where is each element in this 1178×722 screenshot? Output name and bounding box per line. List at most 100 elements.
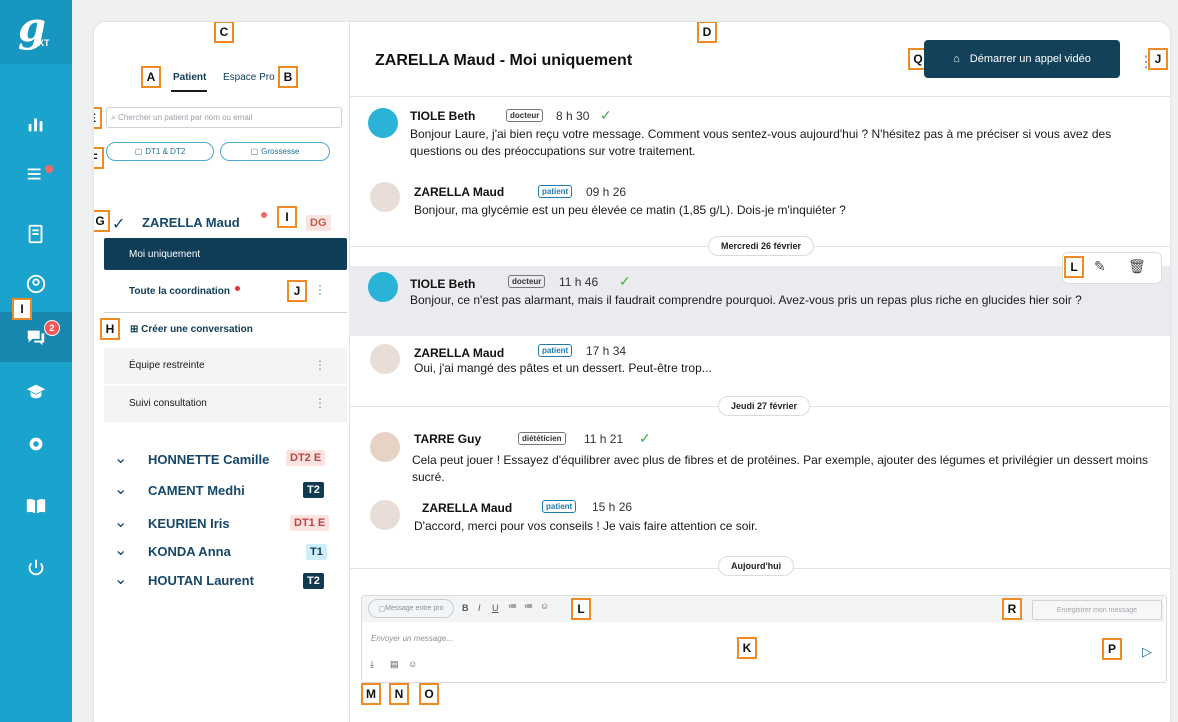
chevron-down-icon[interactable]: ⌄	[114, 540, 128, 559]
gear-icon[interactable]	[0, 422, 72, 466]
document-icon[interactable]	[0, 212, 72, 256]
label-I-rail: I	[12, 298, 32, 320]
edit-icon[interactable]: ✎	[1094, 258, 1106, 275]
patient-tag: DT1 E	[290, 515, 330, 531]
message-text: Bonjour, ma glycémie est un peu élevée c…	[414, 203, 846, 217]
date-separator: Mercredi 26 février	[708, 236, 815, 256]
conversation-label: Suivi consultation	[129, 398, 207, 409]
label-K: K	[737, 637, 757, 659]
message-time: 17 h 34	[586, 344, 627, 358]
chevron-down-icon[interactable]: ✓	[112, 214, 126, 233]
date-separator: Aujourd'hui	[718, 556, 795, 576]
label-J: J	[1148, 48, 1168, 70]
message-time: 11 h 46	[559, 275, 599, 289]
patient-tag: DG	[306, 215, 331, 231]
conversation-item-coordination[interactable]: Toute la coordination	[129, 286, 230, 297]
conversation-item-equipe[interactable]: Équipe restreinte ⋮	[104, 348, 347, 384]
avatar	[370, 432, 400, 462]
save-message-button[interactable]: Enregistrer mon message	[1032, 600, 1162, 620]
send-icon[interactable]: ▷	[1142, 644, 1152, 660]
create-conversation-button[interactable]: ⊞ Créer une conversation	[130, 324, 253, 335]
app-logo[interactable]: g XT	[0, 0, 72, 64]
label-H: H	[100, 318, 120, 340]
filter-chip-grossesse[interactable]: ▢ Grossesse	[220, 142, 330, 161]
numbered-list-icon[interactable]: ≔	[508, 601, 517, 612]
label-G: G	[94, 210, 110, 232]
patient-tag: T1	[306, 544, 327, 560]
pro-message-toggle[interactable]: ▢ Message entre pro	[368, 599, 454, 618]
label-L: L	[571, 598, 591, 620]
divider	[349, 96, 1170, 97]
label-B: B	[278, 66, 298, 88]
save-button-label: Enregistrer mon message	[1056, 606, 1138, 614]
conversation-item-active[interactable]: Moi uniquement	[104, 238, 347, 270]
message-author: TIOLE Beth	[410, 277, 476, 291]
tab-patient[interactable]: Patient	[173, 72, 206, 83]
team-icon[interactable]	[0, 262, 72, 306]
logo-subtitle: XT	[38, 38, 50, 48]
italic-icon[interactable]: I	[478, 603, 481, 613]
education-icon[interactable]	[0, 370, 72, 414]
power-icon[interactable]	[0, 546, 72, 590]
role-badge: docteur	[506, 109, 544, 122]
message-author: TIOLE Beth	[410, 109, 476, 123]
message-author: ZARELLA Maud	[414, 346, 505, 360]
emoji-icon[interactable]: ☺	[540, 601, 549, 611]
message-input[interactable]: Envoyer un message...	[371, 634, 453, 643]
trash-icon[interactable]: 🗑	[1128, 258, 1146, 275]
divider	[104, 312, 347, 313]
upload-icon[interactable]: ⤓	[370, 659, 374, 670]
avatar	[370, 344, 400, 374]
patient-name[interactable]: HONNETTE Camille	[148, 452, 269, 467]
label-J-left: J	[287, 280, 307, 302]
patient-name[interactable]: KEURIEN Iris	[148, 516, 230, 531]
patient-name[interactable]: HOUTAN Laurent	[148, 573, 254, 588]
underline-icon[interactable]: U	[492, 603, 499, 613]
patient-tag: T2	[303, 573, 324, 589]
bullet-list-icon[interactable]: ≔	[524, 601, 533, 612]
role-badge: patient	[538, 185, 573, 198]
bold-icon[interactable]: B	[462, 603, 469, 613]
messages-icon[interactable]: 2	[0, 312, 72, 362]
label-P: P	[1102, 638, 1122, 660]
unread-dot	[261, 212, 267, 218]
label-I: I	[277, 206, 297, 228]
message-text: Bonjour, ce n'est pas alarmant, mais il …	[410, 293, 1082, 307]
list-icon[interactable]	[0, 152, 72, 196]
chevron-down-icon[interactable]: ⌄	[114, 479, 128, 498]
search-placeholder: Chercher un patient par nom ou email	[118, 113, 253, 122]
kebab-menu-icon[interactable]: ⋮	[314, 283, 326, 297]
video-button-label: Démarrer un appel vidéo	[969, 53, 1091, 65]
patient-name[interactable]: CAMENT Medhi	[148, 483, 245, 498]
patient-name-zarella[interactable]: ZARELLA Maud	[142, 215, 240, 230]
chevron-down-icon[interactable]: ⌄	[114, 569, 128, 588]
filter-chip-dt[interactable]: ▢ DT1 & DT2	[106, 142, 214, 161]
chevron-down-icon[interactable]: ⌄	[114, 448, 128, 467]
label-E: E	[94, 107, 102, 129]
avatar	[370, 182, 400, 212]
template-icon[interactable]: ▤	[390, 659, 399, 670]
message-author: ZARELLA Maud	[414, 185, 505, 199]
search-input[interactable]: ⌕ Chercher un patient par nom ou email	[106, 107, 342, 128]
emoji-icon[interactable]: ☺	[408, 659, 417, 669]
avatar	[368, 272, 398, 302]
start-video-call-button[interactable]: ⌂ Démarrer un appel vidéo	[924, 40, 1120, 78]
label-R: R	[1002, 598, 1022, 620]
tab-espace-pro[interactable]: Espace Pro	[223, 72, 275, 83]
chip-label: Grossesse	[261, 147, 300, 156]
chevron-down-icon[interactable]: ⌄	[114, 512, 128, 531]
book-icon[interactable]	[0, 484, 72, 528]
read-check-icon: ✓	[619, 273, 631, 289]
conversation-item-suivi[interactable]: Suivi consultation ⋮	[104, 386, 347, 422]
message-time: 8 h 30	[556, 109, 590, 123]
stats-icon[interactable]	[0, 102, 72, 146]
message-time: 15 h 26	[592, 500, 633, 514]
active-tab-underline	[171, 90, 207, 92]
kebab-menu-icon[interactable]: ⋮	[314, 396, 326, 410]
patient-name[interactable]: KONDA Anna	[148, 544, 231, 559]
message-time: 09 h 26	[586, 185, 627, 199]
message-text: D'accord, merci pour vos conseils ! Je v…	[414, 519, 758, 533]
read-check-icon: ✓	[639, 430, 651, 446]
kebab-menu-icon[interactable]: ⋮	[314, 358, 326, 372]
notification-dot	[45, 165, 53, 173]
